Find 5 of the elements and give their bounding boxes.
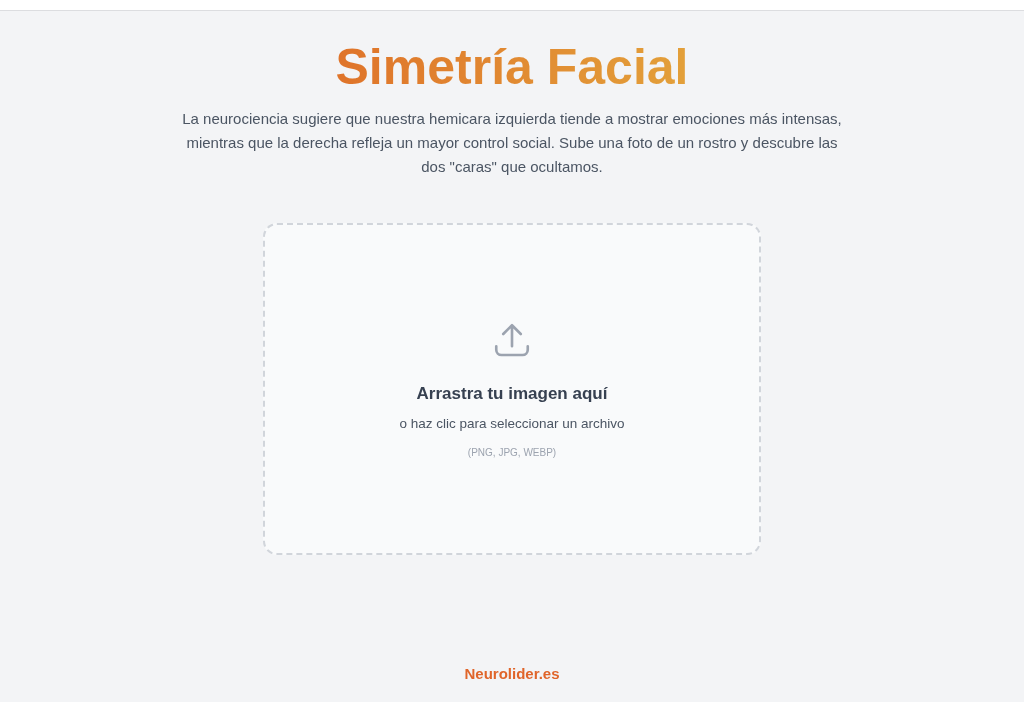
upload-dropzone[interactable]: Arrastra tu imagen aquí o haz clic para seleccionar un archivo (PNG, JPG, WEBP)	[263, 223, 761, 555]
file-formats: (PNG, JPG, WEBP)	[467, 447, 557, 458]
intro-paragraph: La neurociencia sugiere que nuestra hemicara izquierda tiende a mostrar emociones más intensas, mientras que la derecha refleja un mayor control social. Sube una foto de un rostro y descubre las dos "caras" que ocultamos.	[182, 109, 842, 177]
dropzone-heading: Arrastra tu imagen aquí	[416, 384, 608, 404]
dropzone-hint: o haz clic para seleccionar un archivo	[399, 416, 625, 431]
